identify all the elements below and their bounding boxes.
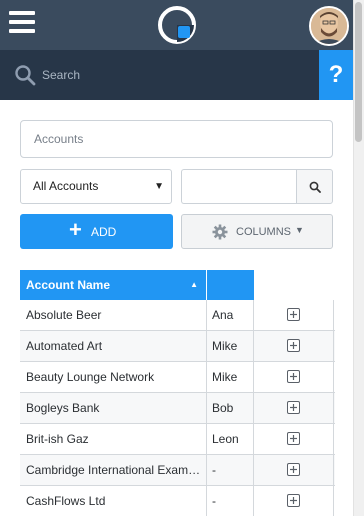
row-action-cell [254, 393, 334, 423]
account-filter-select[interactable]: All Accounts ▼ [20, 169, 172, 204]
filter-text-input[interactable] [181, 169, 297, 204]
row-action-cell [254, 486, 334, 516]
plus-icon: + [69, 217, 82, 242]
plus-square-icon[interactable] [287, 494, 300, 507]
plus-square-icon[interactable] [287, 339, 300, 352]
owner-cell: - [207, 486, 254, 516]
table-row[interactable]: Cambridge International Examinations- [20, 455, 335, 486]
filter-selected-value: All Accounts [33, 179, 99, 193]
plus-square-icon[interactable] [287, 463, 300, 476]
user-avatar[interactable] [309, 6, 349, 46]
search-icon [15, 65, 36, 86]
help-button[interactable]: ? [319, 50, 353, 100]
row-action-cell [254, 455, 334, 485]
top-bar [0, 0, 364, 50]
add-button-label: ADD [91, 225, 117, 239]
row-action-cell [254, 362, 334, 392]
table-row[interactable]: Beauty Lounge Network Mike [20, 362, 335, 393]
plus-square-icon[interactable] [287, 308, 300, 321]
table-row[interactable]: Bogleys Bank Bob [20, 393, 335, 424]
account-name-cell[interactable]: Cambridge International Examinations [20, 455, 207, 485]
table-body: Absolute Beer Ana Automated Art Mike Beauty … [20, 300, 335, 516]
plus-square-icon[interactable] [287, 432, 300, 445]
table-row[interactable]: Absolute Beer Ana [20, 300, 335, 331]
search-bar [0, 50, 364, 100]
column-header-owner[interactable] [207, 270, 254, 300]
sort-ascending-icon: ▲ [190, 280, 198, 289]
hamburger-menu-icon[interactable] [9, 11, 35, 35]
owner-cell: Mike [207, 331, 254, 361]
owner-cell: - [207, 455, 254, 485]
chevron-down-icon: ▼ [295, 225, 304, 235]
columns-button-label: COLUMNS [236, 226, 292, 238]
accounts-table: Account Name ▲ Absolute Beer Ana Automated… [20, 270, 335, 516]
main-content: Accounts All Accounts ▼ + ADD COLUMNS ▼ … [0, 100, 353, 516]
table-header-row: Account Name ▲ [20, 270, 335, 300]
plus-square-icon[interactable] [287, 401, 300, 414]
table-row[interactable]: Brit-ish Gaz Leon [20, 424, 335, 455]
add-account-button[interactable]: + ADD [20, 214, 173, 249]
app-logo-icon[interactable] [156, 4, 198, 46]
owner-cell: Ana [207, 300, 254, 330]
row-action-cell [254, 300, 334, 330]
owner-cell: Mike [207, 362, 254, 392]
gear-icon [212, 224, 228, 240]
row-action-cell [254, 331, 334, 361]
column-header-account-name[interactable]: Account Name ▲ [20, 270, 207, 300]
plus-square-icon[interactable] [287, 370, 300, 383]
table-row[interactable]: CashFlows Ltd - [20, 486, 335, 516]
column-header-label: Account Name [26, 278, 111, 292]
scrollbar-thumb[interactable] [355, 2, 362, 142]
search-icon [309, 181, 321, 193]
account-name-cell[interactable]: Automated Art [20, 331, 207, 361]
owner-cell: Bob [207, 393, 254, 423]
page-title: Accounts [20, 120, 333, 158]
chevron-down-icon: ▼ [154, 181, 164, 192]
columns-button[interactable]: COLUMNS ▼ [181, 214, 333, 249]
account-name-cell[interactable]: CashFlows Ltd [20, 486, 207, 516]
search-input[interactable] [42, 63, 302, 87]
account-name-cell[interactable]: Brit-ish Gaz [20, 424, 207, 454]
row-action-cell [254, 424, 334, 454]
account-name-cell[interactable]: Beauty Lounge Network [20, 362, 207, 392]
owner-cell: Leon [207, 424, 254, 454]
table-row[interactable]: Automated Art Mike [20, 331, 335, 362]
filter-search-button[interactable] [296, 169, 333, 204]
app-page: ? Accounts All Accounts ▼ + ADD [0, 0, 364, 516]
account-name-cell[interactable]: Absolute Beer [20, 300, 207, 330]
account-name-cell[interactable]: Bogleys Bank [20, 393, 207, 423]
